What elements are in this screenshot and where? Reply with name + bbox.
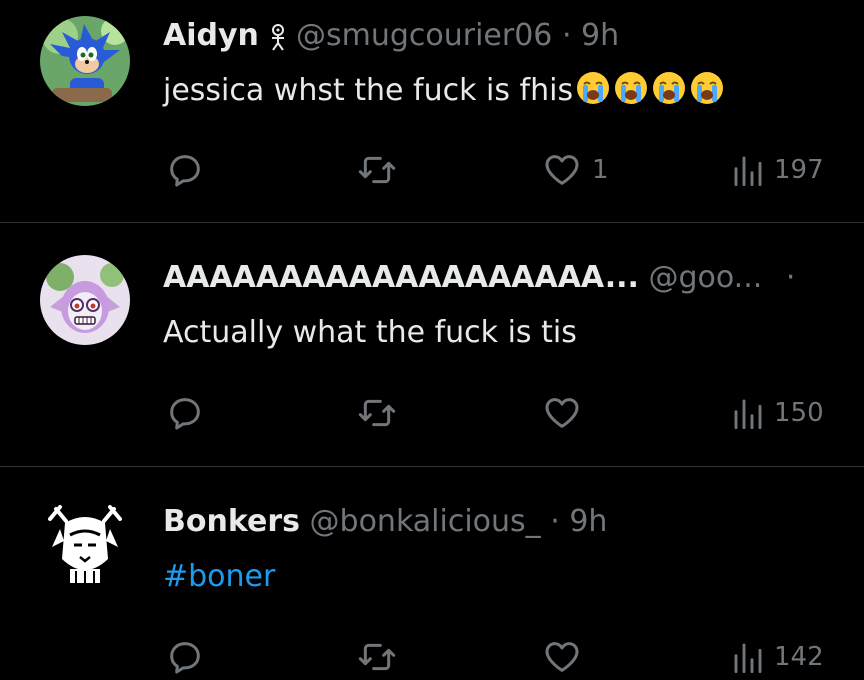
tweet[interactable]: Aidyn @smugcourier06 · 9h jessica whst t… xyxy=(0,0,864,223)
views-bar-chart-icon xyxy=(734,643,762,674)
crying-face-emoji-icon xyxy=(691,72,724,104)
reply-feed: Aidyn @smugcourier06 · 9h jessica whst t… xyxy=(0,0,864,680)
retweet-button[interactable] xyxy=(357,637,397,677)
retweet-button[interactable] xyxy=(357,393,397,433)
display-name[interactable]: Bonkers xyxy=(163,504,300,539)
like-button[interactable] xyxy=(542,637,582,677)
sonic-avatar-image xyxy=(40,16,130,106)
tweet-text-content: Actually what the fuck is tis xyxy=(163,315,577,350)
views-button[interactable]: 142 xyxy=(732,637,824,677)
tweet-header: Aidyn @smugcourier06 · 9h xyxy=(163,18,619,54)
reply-icon xyxy=(170,642,200,674)
reply-icon xyxy=(170,398,200,430)
separator-dot: · xyxy=(550,504,560,539)
heart-icon xyxy=(545,642,579,672)
view-count: 197 xyxy=(774,155,824,185)
view-count: 142 xyxy=(774,642,824,672)
like-count: 1 xyxy=(592,155,609,185)
crying-face-emoji-icon xyxy=(573,72,725,108)
reply-button[interactable] xyxy=(165,637,205,677)
views-bar-chart-icon xyxy=(734,399,762,430)
crying-face-emoji-icon xyxy=(615,72,648,104)
crying-face-emoji-icon xyxy=(577,72,610,104)
retweet-icon xyxy=(358,399,396,427)
retweet-icon xyxy=(358,643,396,671)
view-count: 150 xyxy=(774,398,824,428)
action-bar: 142 xyxy=(0,637,864,677)
reply-button[interactable] xyxy=(165,393,205,433)
reply-button[interactable] xyxy=(165,150,205,190)
views-button[interactable]: 197 xyxy=(732,150,824,190)
views-button[interactable]: 150 xyxy=(732,393,824,433)
separator-dot: · xyxy=(561,18,572,53)
tweet-header: AAAAAAAAAAAAAAAAAAA... @goo... · xyxy=(163,260,795,296)
avatar[interactable] xyxy=(40,16,130,106)
tweet[interactable]: Bonkers @bonkalicious_ · 9h #boner 142 xyxy=(0,467,864,680)
creature-avatar-image xyxy=(40,255,130,345)
heart-icon xyxy=(545,398,579,428)
user-handle[interactable]: @bonkalicious_ xyxy=(310,504,541,539)
person-badge-icon xyxy=(270,23,286,60)
tweet-text-content: jessica whst the fuck is fhis xyxy=(163,73,574,108)
avatar[interactable] xyxy=(40,499,130,589)
user-handle[interactable]: @smugcourier06 xyxy=(296,18,552,53)
tweet-text: #boner xyxy=(163,557,275,597)
timestamp[interactable]: 9h xyxy=(569,504,607,539)
separator-dot: · xyxy=(785,260,796,295)
heart-icon xyxy=(545,155,579,185)
tweet[interactable]: AAAAAAAAAAAAAAAAAAA... @goo... · Actuall… xyxy=(0,223,864,467)
retweet-button[interactable] xyxy=(357,150,397,190)
hashtag-link[interactable]: #boner xyxy=(163,559,275,594)
retweet-icon xyxy=(358,156,396,184)
like-button[interactable] xyxy=(542,393,582,433)
crying-face-emoji-icon xyxy=(653,72,686,104)
views-bar-chart-icon xyxy=(734,156,762,187)
tweet-header: Bonkers @bonkalicious_ · 9h xyxy=(163,504,607,540)
display-name[interactable]: AAAAAAAAAAAAAAAAAAA... xyxy=(163,260,639,295)
goat-mask-avatar-image xyxy=(40,499,130,589)
like-button[interactable]: 1 xyxy=(542,150,609,190)
action-bar: 150 xyxy=(0,393,864,433)
action-bar: 1 197 xyxy=(0,150,864,190)
tweet-text: jessica whst the fuck is fhis xyxy=(163,70,725,111)
display-name[interactable]: Aidyn xyxy=(163,18,259,53)
user-handle[interactable]: @goo... xyxy=(648,260,762,295)
tweet-text: Actually what the fuck is tis xyxy=(163,313,577,353)
reply-icon xyxy=(170,155,200,187)
timestamp[interactable]: 9h xyxy=(581,18,619,53)
avatar[interactable] xyxy=(40,255,130,345)
